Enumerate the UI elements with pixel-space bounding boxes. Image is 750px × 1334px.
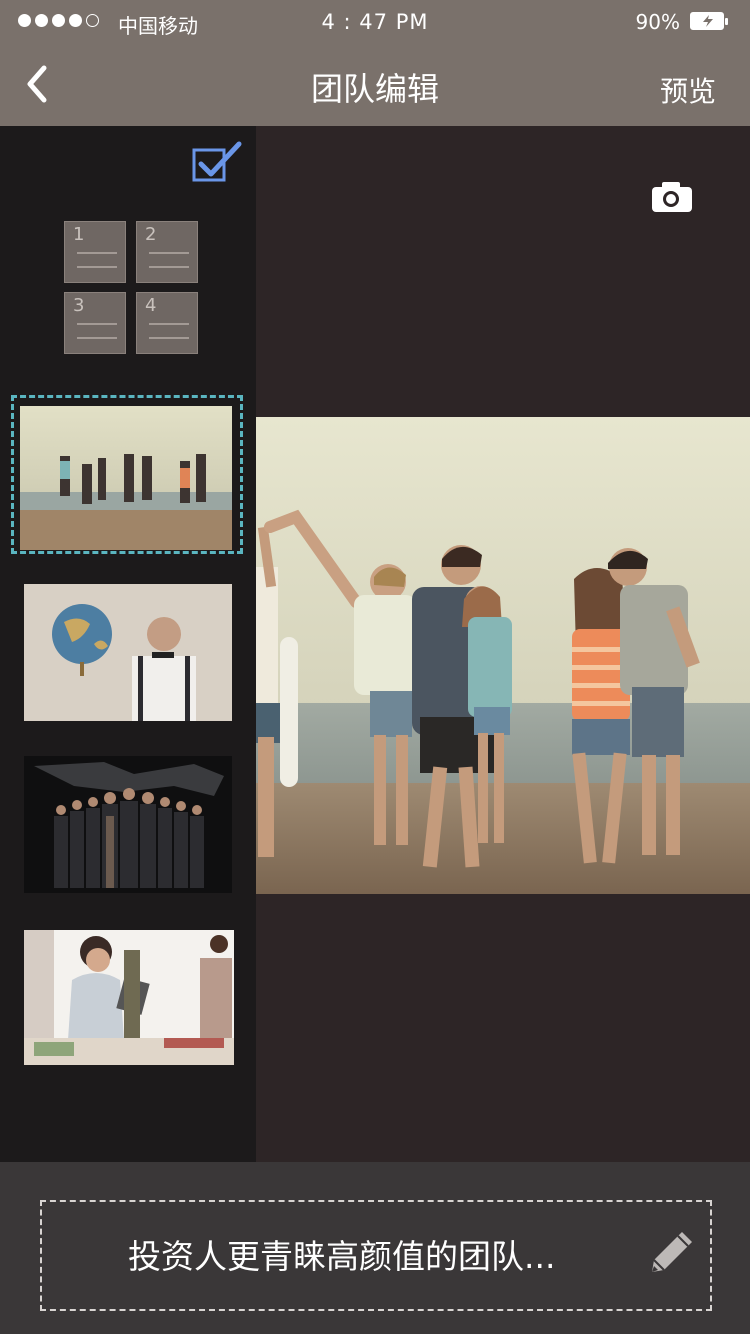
camera-icon — [652, 182, 692, 212]
beach-group-photo — [20, 406, 232, 550]
top-bar: 中国移动 4 : 47 PM 90% 团队编辑 预览 — [0, 0, 750, 126]
layout-template-grid[interactable]: 1 2 3 4 — [64, 221, 198, 355]
layout-cell[interactable]: 2 — [136, 221, 198, 283]
caption-text: 投资人更青睐高颜值的团队... — [128, 1237, 556, 1276]
business-team-photo — [24, 756, 232, 893]
layout-cell[interactable]: 4 — [136, 292, 198, 354]
bottom-bar: 投资人更青睐高颜值的团队... — [0, 1162, 750, 1334]
layout-cell[interactable]: 1 — [64, 221, 126, 283]
checkbox-checked-icon — [192, 141, 242, 182]
navigation-bar: 团队编辑 预览 — [0, 44, 750, 126]
thumbnail-globe[interactable] — [24, 584, 232, 721]
main-canvas — [256, 126, 750, 1162]
layout-cell[interactable]: 3 — [64, 292, 126, 354]
thumbnail-beach[interactable] — [20, 406, 232, 550]
beach-group-photo — [256, 417, 750, 894]
main-photo[interactable] — [256, 417, 750, 894]
pencil-icon — [652, 1232, 692, 1272]
thumbnail-business[interactable] — [24, 756, 232, 893]
edit-caption-button[interactable] — [648, 1228, 696, 1276]
battery-icon — [690, 12, 728, 30]
select-toggle[interactable] — [192, 140, 242, 182]
thumbnail-panel: 1 2 3 4 — [0, 126, 256, 1162]
camera-button[interactable] — [650, 180, 694, 214]
preview-button[interactable]: 预览 — [660, 70, 716, 110]
man-with-globe-photo — [24, 584, 232, 721]
status-bar: 中国移动 4 : 47 PM 90% — [0, 0, 750, 44]
women-workshop-photo — [24, 930, 234, 1065]
battery-percent: 90% — [635, 10, 680, 34]
caption-field[interactable]: 投资人更青睐高颜值的团队... — [40, 1200, 712, 1311]
thumbnail-workshop[interactable] — [24, 930, 234, 1065]
page-title: 团队编辑 — [310, 70, 439, 108]
